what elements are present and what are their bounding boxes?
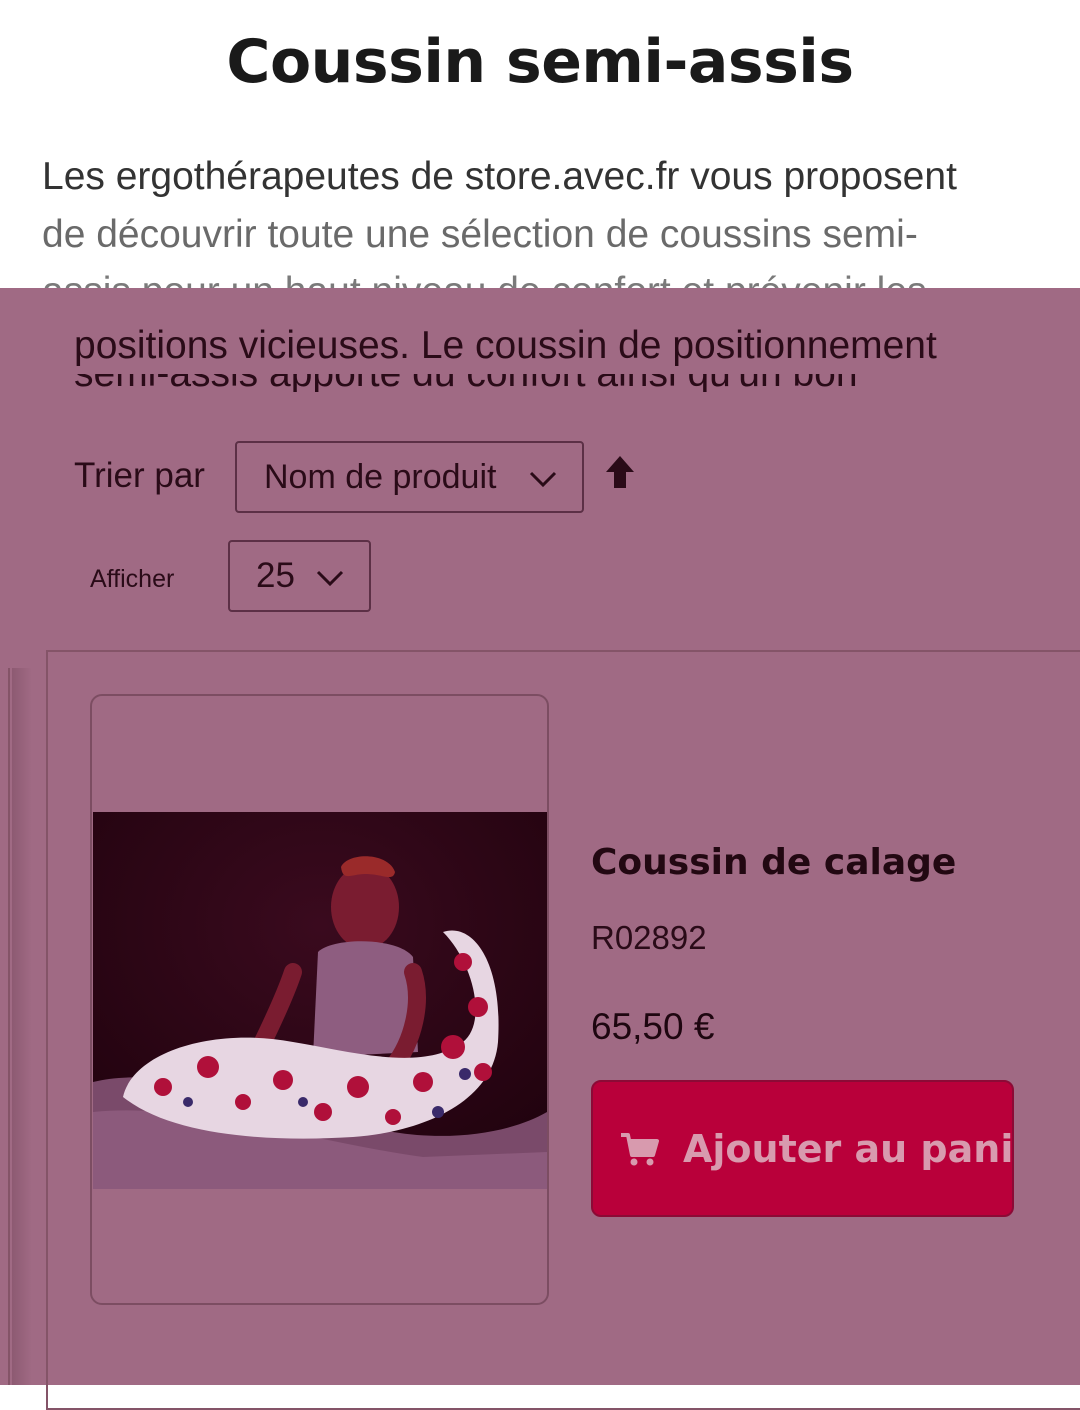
sort-select-value: Nom de produit: [264, 457, 497, 496]
product-image[interactable]: [93, 812, 547, 1189]
page-title: Coussin semi-assis: [226, 27, 854, 97]
scroll-strip: [12, 668, 32, 1385]
per-page-value: 25: [256, 556, 295, 595]
chevron-down-icon: [529, 471, 557, 488]
sidebar-edge: [0, 668, 10, 1385]
description-line: semi-assis apporte du confort ainsi qu'u…: [74, 374, 858, 392]
description-line: de découvrir toute une sélection de cous…: [42, 212, 918, 256]
cart-icon: [621, 1132, 659, 1165]
description-line: Les ergothérapeutes de store.avec.fr vou…: [42, 155, 957, 198]
description-truncated-line: semi-assis apporte du confort ainsi qu'u…: [74, 374, 954, 392]
sort-select[interactable]: Nom de produit: [235, 441, 584, 513]
description-line: positions vicieuses. Le coussin de posit…: [74, 324, 937, 367]
product-reference: R02892: [591, 919, 707, 956]
chevron-down-icon: [316, 570, 344, 587]
product-photo: [93, 812, 547, 1189]
arrow-up-icon[interactable]: [604, 454, 636, 490]
product-price: 65,50 €: [591, 1006, 715, 1047]
add-to-cart-button[interactable]: Ajouter au panier: [591, 1080, 1014, 1217]
sort-label: Trier par: [74, 456, 205, 495]
per-page-select[interactable]: 25: [228, 540, 371, 612]
show-label: Afficher: [90, 565, 175, 593]
product-name-link[interactable]: Coussin de calage: [591, 838, 956, 888]
add-to-cart-label: Ajouter au panier: [683, 1126, 1014, 1171]
